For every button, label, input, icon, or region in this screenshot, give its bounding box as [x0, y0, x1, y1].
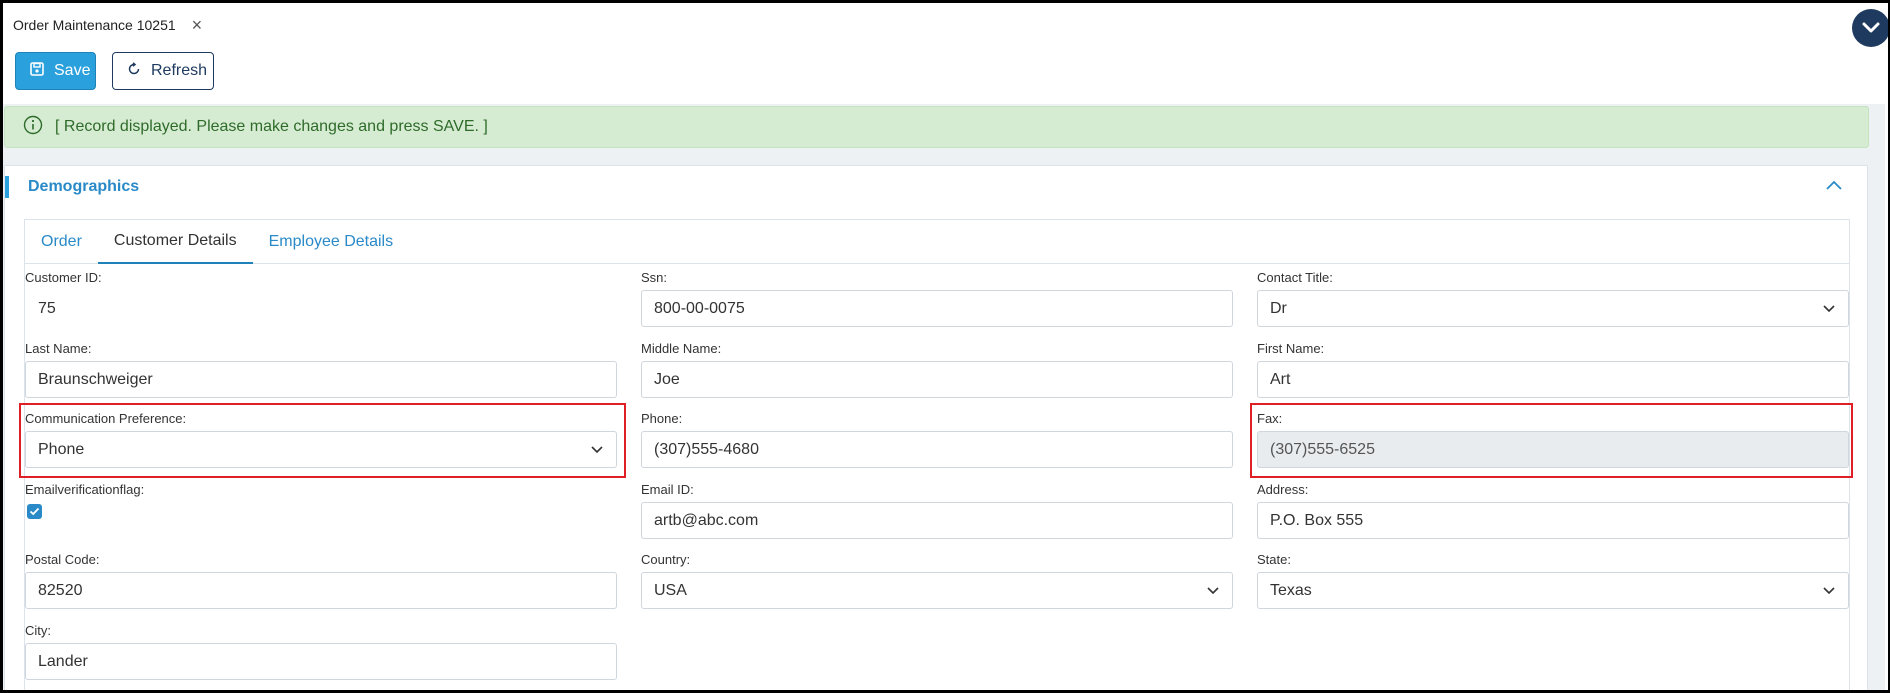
email-verification-field: Emailverificationflag: — [25, 481, 617, 519]
first-name-text: Art — [1270, 370, 1291, 388]
chevron-down-icon — [1822, 300, 1836, 318]
ssn-text: 800-00-0075 — [654, 299, 745, 317]
postal-code-label: Postal Code: — [25, 552, 100, 567]
fax-field: Fax: (307)555-6525 — [1257, 410, 1849, 468]
email-id-input[interactable]: artb@abc.com — [641, 502, 1233, 539]
customer-id-label: Customer ID: — [25, 270, 102, 285]
country-text: USA — [654, 581, 687, 599]
middle-name-label: Middle Name: — [641, 341, 722, 356]
address-field: Address: P.O. Box 555 — [1257, 481, 1849, 539]
last-name-text: Braunschweiger — [38, 370, 153, 388]
email-id-text: artb@abc.com — [654, 511, 759, 529]
fax-label: Fax: — [1257, 411, 1283, 426]
refresh-icon — [127, 61, 141, 81]
refresh-button-label: Refresh — [151, 62, 208, 79]
city-input[interactable]: Lander — [25, 643, 617, 680]
email-id-label: Email ID: — [641, 482, 694, 497]
ssn-field: Ssn: 800-00-0075 — [641, 269, 1233, 327]
communication-preference-text: Phone — [38, 440, 85, 458]
middle-name-input[interactable]: Joe — [641, 361, 1233, 398]
tab-order[interactable]: Order — [25, 220, 98, 264]
country-select[interactable]: USA — [641, 572, 1233, 609]
chevron-down-icon — [590, 441, 604, 459]
panel-header[interactable]: Demographics — [5, 166, 1867, 208]
window-tab[interactable]: Order Maintenance 10251 × — [13, 14, 202, 36]
save-button-label: Save — [54, 62, 91, 79]
last-name-label: Last Name: — [25, 341, 92, 356]
state-field: State: Texas — [1257, 551, 1849, 609]
phone-label: Phone: — [641, 411, 683, 426]
alert-message: [ Record displayed. Please make changes … — [55, 118, 488, 135]
address-text: P.O. Box 555 — [1270, 511, 1364, 529]
chevron-up-icon[interactable] — [1825, 178, 1843, 196]
email-verification-label: Emailverificationflag: — [25, 482, 145, 497]
customer-id-text: 75 — [38, 299, 56, 317]
address-input[interactable]: P.O. Box 555 — [1257, 502, 1849, 539]
country-field: Country: USA — [641, 551, 1233, 609]
panel-title: Demographics — [28, 178, 140, 195]
state-text: Texas — [1270, 581, 1312, 599]
first-name-input[interactable]: Art — [1257, 361, 1849, 398]
fax-text: (307)555-6525 — [1270, 440, 1375, 458]
communication-preference-field: Communication Preference: Phone — [25, 410, 617, 468]
city-text: Lander — [38, 652, 88, 670]
contact-title-label: Contact Title: — [1257, 270, 1333, 285]
middle-name-field: Middle Name: Joe — [641, 340, 1233, 398]
contact-title-field: Contact Title: Dr — [1257, 269, 1849, 327]
first-name-field: First Name: Art — [1257, 340, 1849, 398]
refresh-button[interactable]: Refresh — [112, 52, 214, 90]
panel-accent-bar — [5, 176, 9, 198]
chevron-down-icon — [1206, 582, 1220, 600]
tab-employee-details[interactable]: Employee Details — [253, 220, 410, 264]
state-label: State: — [1257, 552, 1291, 567]
tab-customer-details[interactable]: Customer Details — [97, 220, 253, 264]
postal-code-input[interactable]: 82520 — [25, 572, 617, 609]
customer-details-card: Order Customer Details Employee Details … — [24, 219, 1850, 693]
window-tab-title: Order Maintenance 10251 — [13, 17, 176, 33]
communication-preference-select[interactable]: Phone — [25, 431, 617, 468]
chevron-down-icon — [1822, 582, 1836, 600]
save-icon — [30, 61, 44, 81]
customer-id-value: 75 — [25, 290, 617, 327]
email-verification-checkbox[interactable] — [27, 504, 42, 519]
phone-field: Phone: (307)555-4680 — [641, 410, 1233, 468]
last-name-input[interactable]: Braunschweiger — [25, 361, 617, 398]
city-label: City: — [25, 623, 51, 638]
status-alert: [ Record displayed. Please make changes … — [4, 106, 1869, 148]
toolbar: Save Refresh — [15, 52, 214, 90]
demographics-panel: Demographics Order Customer Details Empl… — [4, 165, 1868, 693]
phone-input[interactable]: (307)555-4680 — [641, 431, 1233, 468]
customer-id-field: Customer ID: 75 — [25, 269, 617, 327]
close-icon[interactable]: × — [192, 15, 203, 36]
check-icon — [29, 503, 40, 521]
city-field: City: Lander — [25, 622, 617, 680]
contact-title-text: Dr — [1270, 299, 1287, 317]
first-name-label: First Name: — [1257, 341, 1325, 356]
postal-code-field: Postal Code: 82520 — [25, 551, 617, 609]
ssn-input[interactable]: 800-00-0075 — [641, 290, 1233, 327]
fax-input: (307)555-6525 — [1257, 431, 1849, 468]
address-label: Address: — [1257, 482, 1309, 497]
country-label: Country: — [641, 552, 691, 567]
phone-text: (307)555-4680 — [654, 440, 759, 458]
contact-title-select[interactable]: Dr — [1257, 290, 1849, 327]
communication-preference-label: Communication Preference: — [25, 411, 187, 426]
ssn-label: Ssn: — [641, 270, 668, 285]
email-id-field: Email ID: artb@abc.com — [641, 481, 1233, 539]
state-select[interactable]: Texas — [1257, 572, 1849, 609]
chevron-down-circle-icon[interactable] — [1852, 9, 1890, 47]
postal-code-text: 82520 — [38, 581, 83, 599]
info-icon — [23, 115, 43, 140]
tab-bar: Order Customer Details Employee Details — [25, 220, 1849, 264]
last-name-field: Last Name: Braunschweiger — [25, 340, 617, 398]
middle-name-text: Joe — [654, 370, 680, 388]
save-button[interactable]: Save — [15, 52, 96, 90]
